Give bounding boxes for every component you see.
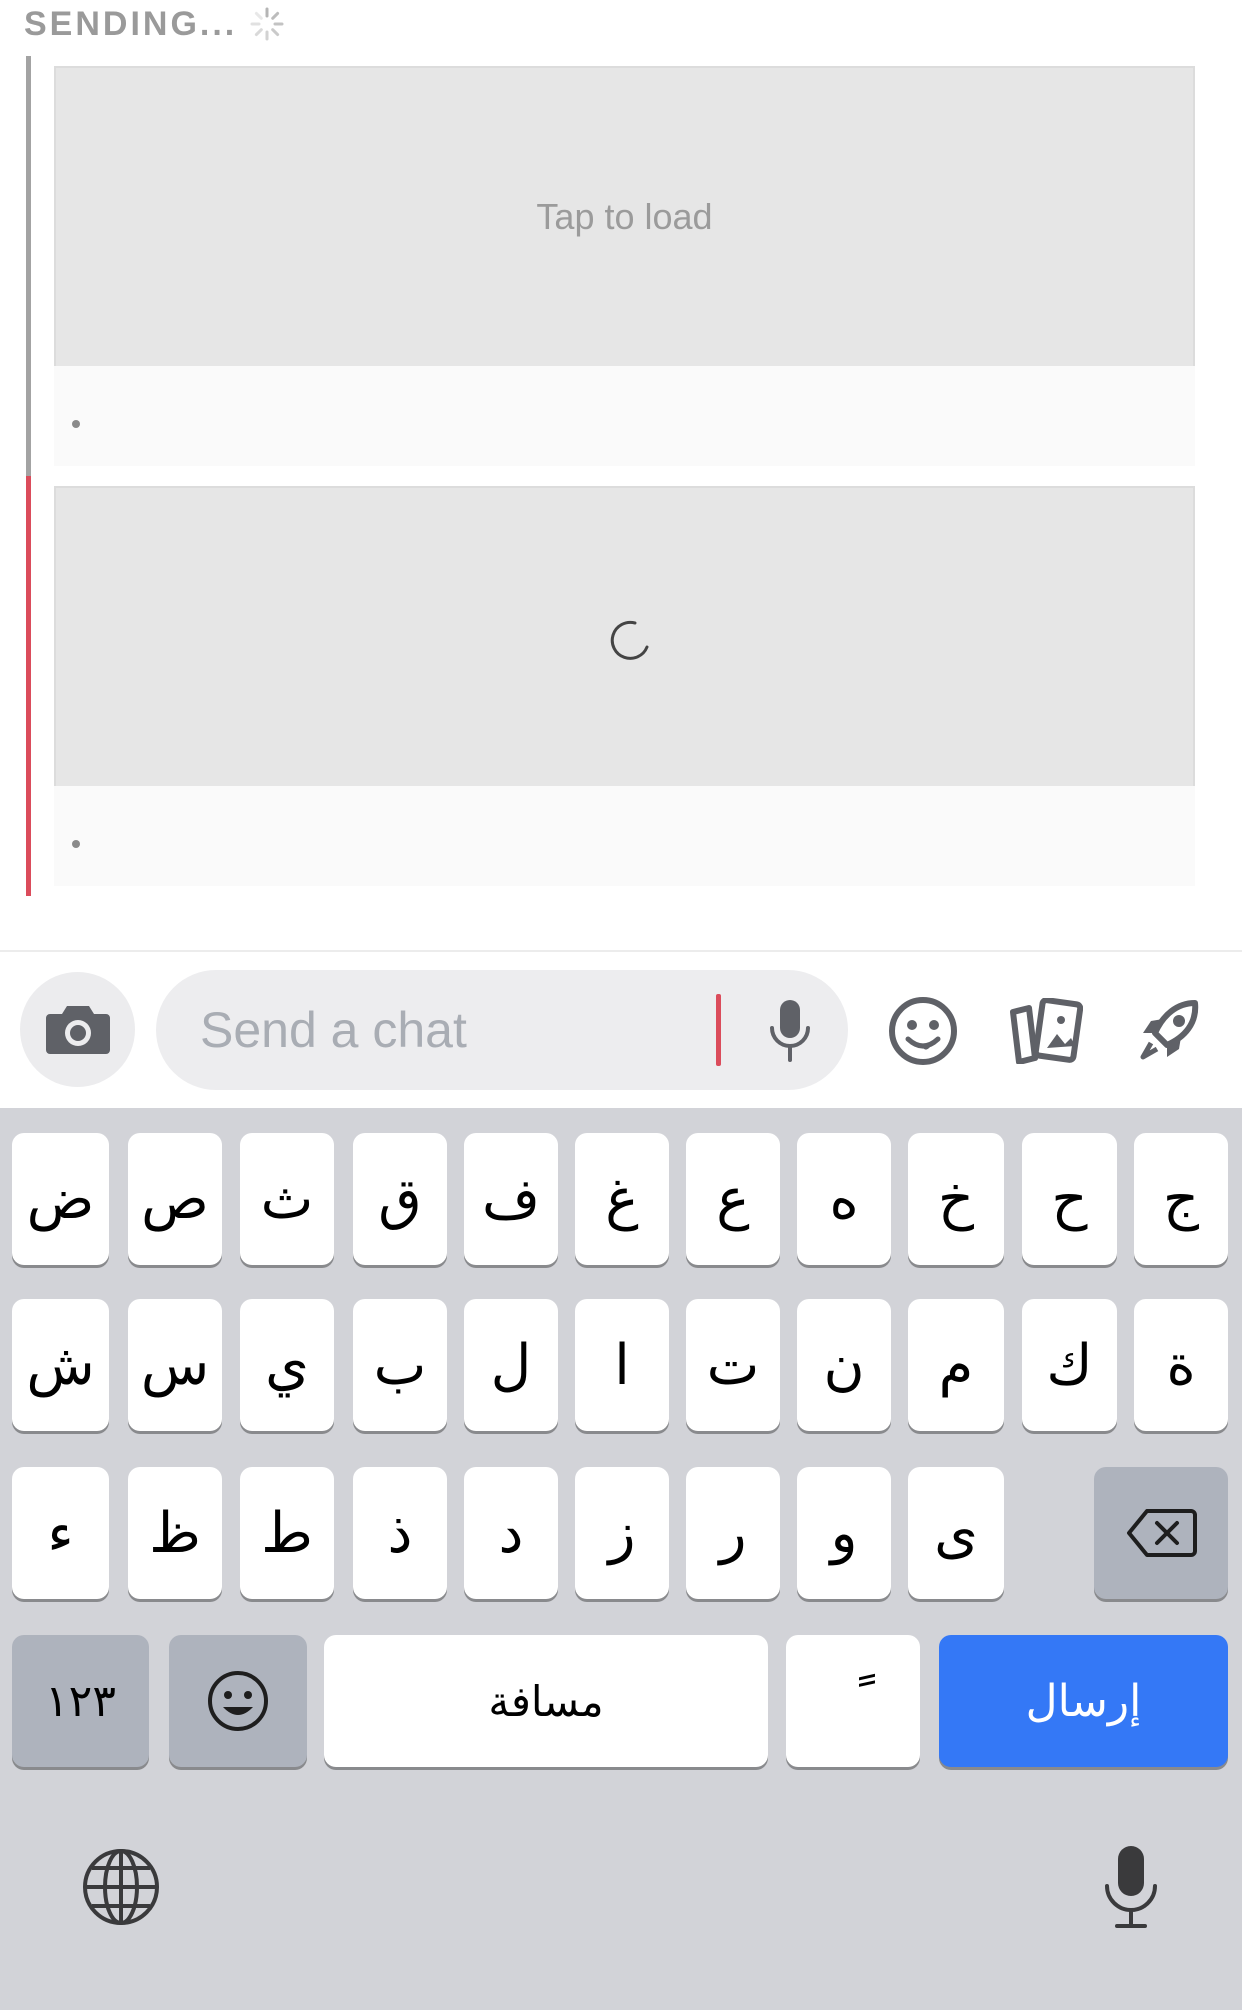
media-placeholder[interactable]: [54, 486, 1195, 786]
key[interactable]: خ: [908, 1133, 1004, 1265]
cards-icon: [1010, 998, 1083, 1064]
key[interactable]: ت: [686, 1299, 780, 1431]
key[interactable]: ل: [464, 1299, 558, 1431]
text-caret: [716, 994, 721, 1066]
key[interactable]: ث: [240, 1133, 334, 1265]
key[interactable]: ك: [1022, 1299, 1117, 1431]
space-key[interactable]: مسافة: [324, 1635, 768, 1767]
sending-status: SENDING...: [24, 2, 285, 46]
key[interactable]: ا: [575, 1299, 669, 1431]
key[interactable]: ز: [575, 1467, 669, 1599]
key[interactable]: ق: [353, 1133, 447, 1265]
key[interactable]: ظ: [128, 1467, 222, 1599]
key[interactable]: ح: [1022, 1133, 1117, 1265]
key[interactable]: ص: [128, 1133, 222, 1265]
diacritic-key[interactable]: ً: [786, 1635, 920, 1767]
numbers-key[interactable]: ١٢٣: [12, 1635, 149, 1767]
sending-label: SENDING...: [24, 4, 238, 43]
key[interactable]: ج: [1134, 1133, 1228, 1265]
key[interactable]: ش: [12, 1299, 109, 1431]
stickers-button[interactable]: [1004, 990, 1086, 1072]
key[interactable]: ء: [12, 1467, 109, 1599]
caption-dot: [72, 840, 80, 848]
key[interactable]: س: [128, 1299, 222, 1431]
microphone-icon: [1105, 1846, 1157, 1928]
key[interactable]: ف: [464, 1133, 558, 1265]
chat-input-field[interactable]: [156, 970, 848, 1090]
chat-input[interactable]: [200, 970, 700, 1090]
dictation-button[interactable]: [1090, 1838, 1172, 1934]
rocket-icon: [1140, 1000, 1199, 1060]
key[interactable]: ر: [686, 1467, 780, 1599]
backspace-key[interactable]: [1094, 1467, 1228, 1599]
tap-to-load-label: Tap to load: [536, 196, 713, 237]
keyboard: ض ص ث ق ف غ ع ه خ ح ج ش س ي ب ل ا ت ن م …: [0, 1108, 1242, 2010]
send-key[interactable]: إرسال: [939, 1635, 1228, 1767]
key[interactable]: ط: [240, 1467, 334, 1599]
backspace-icon: [1127, 1509, 1197, 1557]
smiley-icon: [208, 1671, 268, 1731]
caption-dot: [72, 420, 80, 428]
key[interactable]: ذ: [353, 1467, 447, 1599]
camera-button[interactable]: [20, 972, 135, 1087]
sender-bar-red: [26, 476, 31, 896]
key[interactable]: ي: [240, 1299, 334, 1431]
media-placeholder[interactable]: Tap to load: [54, 66, 1195, 366]
media-caption: [54, 366, 1195, 466]
key[interactable]: غ: [575, 1133, 669, 1265]
key[interactable]: و: [797, 1467, 891, 1599]
divider: [0, 950, 1242, 952]
emoji-button[interactable]: [882, 990, 964, 1072]
globe-button[interactable]: [80, 1846, 162, 1928]
key[interactable]: ة: [1134, 1299, 1228, 1431]
key[interactable]: ض: [12, 1133, 109, 1265]
key[interactable]: ه: [797, 1133, 891, 1265]
media-caption: [54, 786, 1195, 886]
key[interactable]: ب: [353, 1299, 447, 1431]
key[interactable]: ى: [908, 1467, 1004, 1599]
globe-icon: [83, 1849, 159, 1925]
key[interactable]: م: [908, 1299, 1004, 1431]
camera-icon: [45, 1005, 110, 1054]
sender-bar-grey: [26, 56, 31, 476]
emoji-keyboard-key[interactable]: [169, 1635, 307, 1767]
key[interactable]: ن: [797, 1299, 891, 1431]
loading-spinner-icon: [610, 620, 648, 660]
games-button[interactable]: [1128, 990, 1210, 1072]
spinner-icon: [250, 7, 284, 41]
microphone-icon[interactable]: [760, 994, 820, 1066]
media-message[interactable]: Tap to load: [54, 66, 1195, 466]
smiley-icon: [889, 997, 957, 1065]
key[interactable]: ع: [686, 1133, 780, 1265]
key[interactable]: د: [464, 1467, 558, 1599]
media-message[interactable]: [54, 486, 1195, 886]
